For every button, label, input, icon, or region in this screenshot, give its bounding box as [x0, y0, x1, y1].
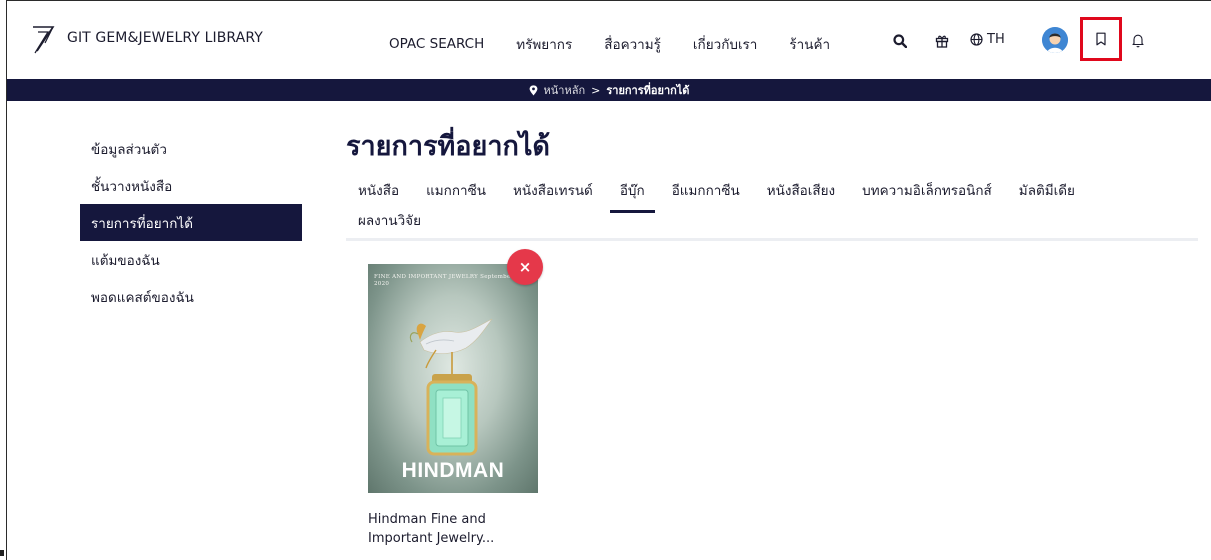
tab-multimedia[interactable]: มัลติมีเดีย — [1019, 179, 1075, 201]
sidebar-item-wishlist[interactable]: รายการที่อยากได้ — [80, 204, 302, 241]
sidebar-item-podcasts[interactable]: พอดแคสต์ของฉัน — [80, 278, 302, 315]
breadcrumb-current: รายการที่อยากได้ — [606, 84, 690, 97]
close-icon: × — [518, 258, 532, 276]
page-edge-marker — [0, 550, 4, 556]
remove-from-wishlist-button[interactable]: × — [507, 249, 543, 285]
bell-icon[interactable] — [1132, 33, 1144, 48]
top-header: GIT GEM&JEWELRY LIBRARY OPAC SEARCH ทรัพ… — [7, 1, 1211, 79]
wishlist-item-card[interactable]: FINE AND IMPORTANT JEWELRY September 18,… — [368, 264, 538, 548]
tab-magazines[interactable]: แมกกาซีน — [426, 179, 486, 201]
page-title: รายการที่อยากได้ — [346, 131, 550, 162]
globe-icon — [970, 33, 983, 46]
category-tabs: หนังสือ แมกกาซีน หนังสือเทรนด์ อีบุ๊ก อี… — [346, 175, 1198, 235]
nav-about-us[interactable]: เกี่ยวกับเรา — [693, 33, 757, 55]
breadcrumb-home-link[interactable]: หน้าหลัก — [544, 81, 586, 99]
book-title[interactable]: Hindman Fine and Important Jewelry... — [368, 510, 508, 548]
tabs-divider — [346, 238, 1198, 241]
nav-resources[interactable]: ทรัพยากร — [516, 33, 572, 55]
account-sidebar: ข้อมูลส่วนตัว ชั้นวางหนังสือ รายการที่อย… — [80, 130, 302, 315]
sidebar-item-bookshelf[interactable]: ชั้นวางหนังสือ — [80, 167, 302, 204]
tab-ebooks[interactable]: อีบุ๊ก — [609, 179, 655, 213]
bookmark-icon — [1096, 32, 1106, 46]
tab-e-articles[interactable]: บทความอิเล็กทรอนิกส์ — [862, 179, 992, 201]
breadcrumb-separator: > — [591, 83, 601, 97]
language-switcher[interactable]: TH — [970, 32, 1005, 47]
wishlist-bookmark-button[interactable] — [1080, 17, 1122, 61]
avatar[interactable] — [1042, 27, 1068, 53]
tab-research[interactable]: ผลงานวิจัย — [358, 209, 421, 231]
tab-trend-books[interactable]: หนังสือเทรนด์ — [513, 179, 593, 201]
search-icon[interactable] — [893, 34, 907, 48]
tab-emagazines[interactable]: อีแมกกาซีน — [672, 179, 740, 201]
logo-mark-icon — [33, 26, 55, 54]
sidebar-item-profile[interactable]: ข้อมูลส่วนตัว — [80, 130, 302, 167]
logo-text: GIT GEM&JEWELRY LIBRARY — [67, 30, 263, 46]
nav-opac-search[interactable]: OPAC SEARCH — [389, 36, 484, 52]
gift-icon[interactable] — [935, 34, 949, 48]
cover-brand-text: HINDMAN — [401, 459, 505, 482]
book-cover[interactable]: FINE AND IMPORTANT JEWELRY September 18,… — [368, 264, 538, 493]
nav-knowledge-media[interactable]: สื่อความรู้ — [604, 33, 661, 55]
breadcrumb: หน้าหลัก > รายการที่อยากได้ — [7, 79, 1211, 101]
location-pin-icon — [529, 84, 537, 95]
site-logo[interactable]: GIT GEM&JEWELRY LIBRARY — [27, 21, 263, 55]
tab-audiobooks[interactable]: หนังสือเสียง — [767, 179, 835, 201]
main-nav: OPAC SEARCH ทรัพยากร สื่อความรู้ เกี่ยวก… — [389, 33, 862, 55]
tab-books[interactable]: หนังสือ — [358, 179, 399, 201]
sidebar-item-points[interactable]: แต้มของฉัน — [80, 241, 302, 278]
nav-shop[interactable]: ร้านค้า — [789, 33, 830, 55]
language-label: TH — [987, 32, 1005, 47]
